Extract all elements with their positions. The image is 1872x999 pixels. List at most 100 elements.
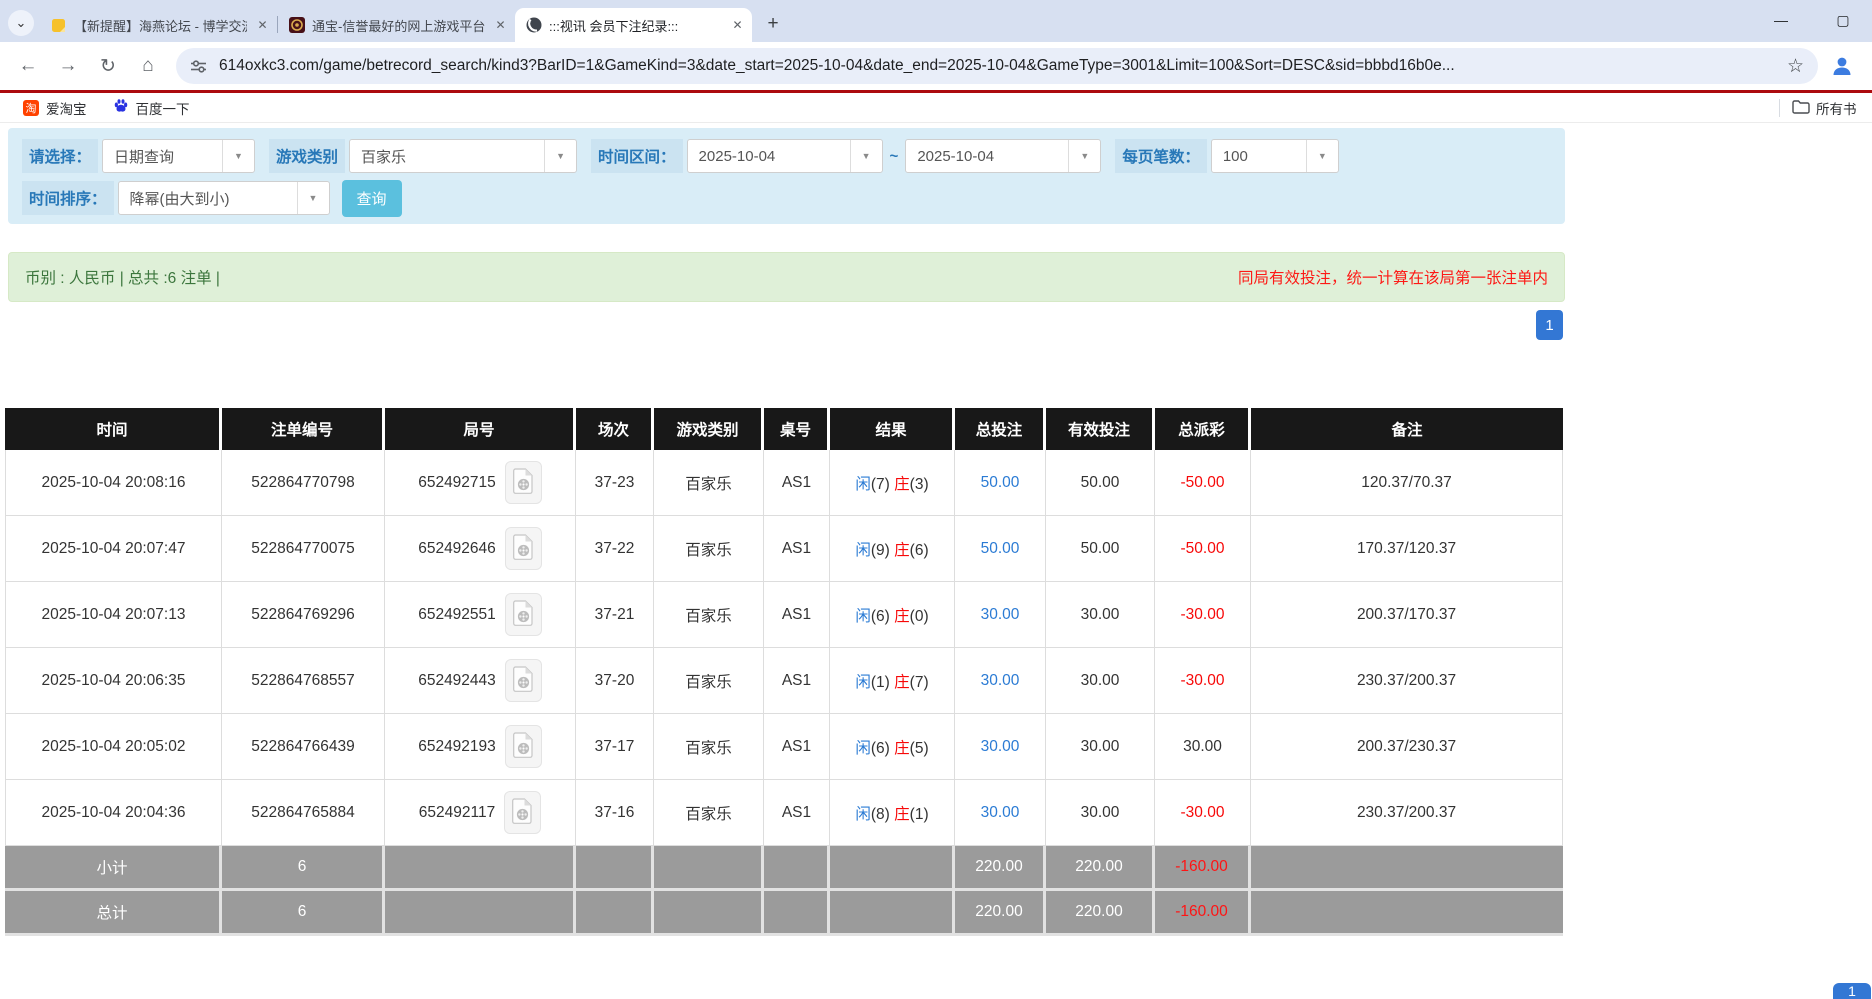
tab-haiyan-forum[interactable]: 【新提醒】海燕论坛 - 博学交流 ✕ xyxy=(40,8,277,42)
cell-total-bet[interactable]: 30.00 xyxy=(955,714,1046,780)
cell-payout: 30.00 xyxy=(1155,714,1251,780)
reload-icon[interactable]: ↻ xyxy=(91,49,125,83)
cell-result: 闲(6) 庄(0) xyxy=(830,582,955,648)
video-file-icon xyxy=(513,732,534,761)
cell-session: 37-16 xyxy=(576,780,654,846)
bookmark-baidu[interactable]: 百度一下 xyxy=(113,98,190,118)
cell-payout: -50.00 xyxy=(1155,516,1251,582)
tongbao-favicon-icon xyxy=(288,17,305,34)
video-replay-button[interactable] xyxy=(505,593,542,636)
bookmark-star-icon[interactable]: ☆ xyxy=(1787,55,1804,78)
round-id: 652492551 xyxy=(418,606,496,624)
note-text: 同局有效投注，统一计算在该局第一张注单内 xyxy=(1238,266,1548,288)
query-mode-value: 日期查询 xyxy=(103,146,222,167)
home-icon[interactable]: ⌂ xyxy=(131,49,165,83)
tab-tongbao[interactable]: 通宝-信誉最好的网上游戏平台 ✕ xyxy=(278,8,515,42)
bet-records-table: 时间注单编号局号场次游戏类别桌号结果总投注有效投注总派彩备注 2025-10-0… xyxy=(5,408,1563,936)
cell-game-type: 百家乐 xyxy=(654,648,764,714)
cell-valid-bet: 50.00 xyxy=(1046,516,1155,582)
minimize-icon[interactable]: — xyxy=(1770,12,1792,28)
date-start-select[interactable]: 2025-10-04 ▼ xyxy=(687,139,883,173)
video-file-icon xyxy=(513,600,534,629)
cell-result: 闲(7) 庄(3) xyxy=(830,450,955,516)
close-icon[interactable]: ✕ xyxy=(492,17,509,34)
sort-order-select[interactable]: 降幂(由大到小) ▼ xyxy=(118,181,330,215)
url-text[interactable]: 614oxkc3.com/game/betrecord_search/kind3… xyxy=(219,57,1777,75)
table-row: 2025-10-04 20:05:02522864766439652492193… xyxy=(5,714,1563,780)
cell-note: 200.37/170.37 xyxy=(1251,582,1563,648)
date-start-value: 2025-10-04 xyxy=(688,148,850,165)
game-type-label: 游戏类别 xyxy=(269,139,345,173)
maximize-icon[interactable]: ▢ xyxy=(1832,12,1854,29)
cell-result: 闲(6) 庄(5) xyxy=(830,714,955,780)
cell-round-id: 652492193 xyxy=(385,714,576,780)
all-bookmarks-label: 所有书 xyxy=(1816,98,1857,118)
cell-total-bet[interactable]: 50.00 xyxy=(955,516,1046,582)
page-1-button[interactable]: 1 xyxy=(1536,310,1563,340)
cell-result: 闲(9) 庄(6) xyxy=(830,516,955,582)
summary-payout: -160.00 xyxy=(1155,891,1251,936)
cell-payout: -50.00 xyxy=(1155,450,1251,516)
cell-time: 2025-10-04 20:06:35 xyxy=(5,648,222,714)
address-bar[interactable]: 614oxkc3.com/game/betrecord_search/kind3… xyxy=(176,48,1818,84)
summary-row: 总计6220.00220.00-160.00 xyxy=(5,891,1563,936)
cell-result: 闲(8) 庄(1) xyxy=(830,780,955,846)
folder-icon xyxy=(1792,99,1810,117)
cell-bet-id: 522864765884 xyxy=(222,780,385,846)
tab-title: 【新提醒】海燕论坛 - 博学交流 xyxy=(74,16,247,35)
video-replay-button[interactable] xyxy=(505,659,542,702)
cell-time: 2025-10-04 20:04:36 xyxy=(5,780,222,846)
bookmark-aitaobao[interactable]: 淘 爱淘宝 xyxy=(23,98,87,118)
table-row: 2025-10-04 20:06:35522864768557652492443… xyxy=(5,648,1563,714)
cell-total-bet[interactable]: 30.00 xyxy=(955,780,1046,846)
back-icon[interactable]: ← xyxy=(11,49,45,83)
bottom-pagination-button[interactable]: 1 xyxy=(1833,983,1871,999)
cell-total-bet[interactable]: 50.00 xyxy=(955,450,1046,516)
tab-strip: ⌄ 【新提醒】海燕论坛 - 博学交流 ✕ 通宝-信誉最好的网上游戏平台 ✕ ::… xyxy=(0,0,1872,42)
query-mode-select[interactable]: 日期查询 ▼ xyxy=(102,139,255,173)
cell-note: 120.37/70.37 xyxy=(1251,450,1563,516)
game-type-select[interactable]: 百家乐 ▼ xyxy=(349,139,577,173)
video-replay-button[interactable] xyxy=(504,791,541,834)
column-header: 总投注 xyxy=(955,408,1046,450)
bookmarks-bar: 淘 爱淘宝 百度一下 所有书 xyxy=(0,93,1872,123)
date-end-value: 2025-10-04 xyxy=(906,148,1068,165)
cell-table-no: AS1 xyxy=(764,516,830,582)
table-row: 2025-10-04 20:07:47522864770075652492646… xyxy=(5,516,1563,582)
date-end-select[interactable]: 2025-10-04 ▼ xyxy=(905,139,1101,173)
cell-valid-bet: 50.00 xyxy=(1046,450,1155,516)
search-button[interactable]: 查询 xyxy=(342,180,402,217)
window-controls: — ▢ xyxy=(1770,0,1854,40)
cell-total-bet[interactable]: 30.00 xyxy=(955,582,1046,648)
cell-note: 200.37/230.37 xyxy=(1251,714,1563,780)
tab-bet-records[interactable]: :::视讯 会员下注纪录::: ✕ xyxy=(515,8,752,42)
table-row: 2025-10-04 20:08:16522864770798652492715… xyxy=(5,450,1563,516)
forward-icon[interactable]: → xyxy=(51,49,85,83)
video-replay-button[interactable] xyxy=(505,725,542,768)
tab-title: :::视讯 会员下注纪录::: xyxy=(549,16,722,35)
chevron-down-icon: ▼ xyxy=(1306,140,1338,172)
page-size-select[interactable]: 100 ▼ xyxy=(1211,139,1339,173)
cell-game-type: 百家乐 xyxy=(654,516,764,582)
new-tab-icon[interactable]: + xyxy=(760,11,786,37)
close-icon[interactable]: ✕ xyxy=(254,17,271,34)
profile-avatar-icon[interactable] xyxy=(1830,54,1854,78)
summary-payout: -160.00 xyxy=(1155,846,1251,891)
video-file-icon xyxy=(512,798,533,827)
video-replay-button[interactable] xyxy=(505,527,542,570)
bookmark-label: 百度一下 xyxy=(136,98,190,118)
chevron-down-icon: ▼ xyxy=(222,140,254,172)
video-file-icon xyxy=(513,468,534,497)
close-icon[interactable]: ✕ xyxy=(729,17,746,34)
video-replay-button[interactable] xyxy=(505,461,542,504)
all-bookmarks[interactable]: 所有书 xyxy=(1779,93,1872,123)
site-info-icon[interactable] xyxy=(190,58,207,75)
round-id: 652492715 xyxy=(418,474,496,492)
column-header: 备注 xyxy=(1251,408,1563,450)
cell-bet-id: 522864768557 xyxy=(222,648,385,714)
cell-table-no: AS1 xyxy=(764,780,830,846)
tab-search-icon[interactable]: ⌄ xyxy=(8,10,34,36)
cell-round-id: 652492551 xyxy=(385,582,576,648)
cell-total-bet[interactable]: 30.00 xyxy=(955,648,1046,714)
cell-payout: -30.00 xyxy=(1155,582,1251,648)
